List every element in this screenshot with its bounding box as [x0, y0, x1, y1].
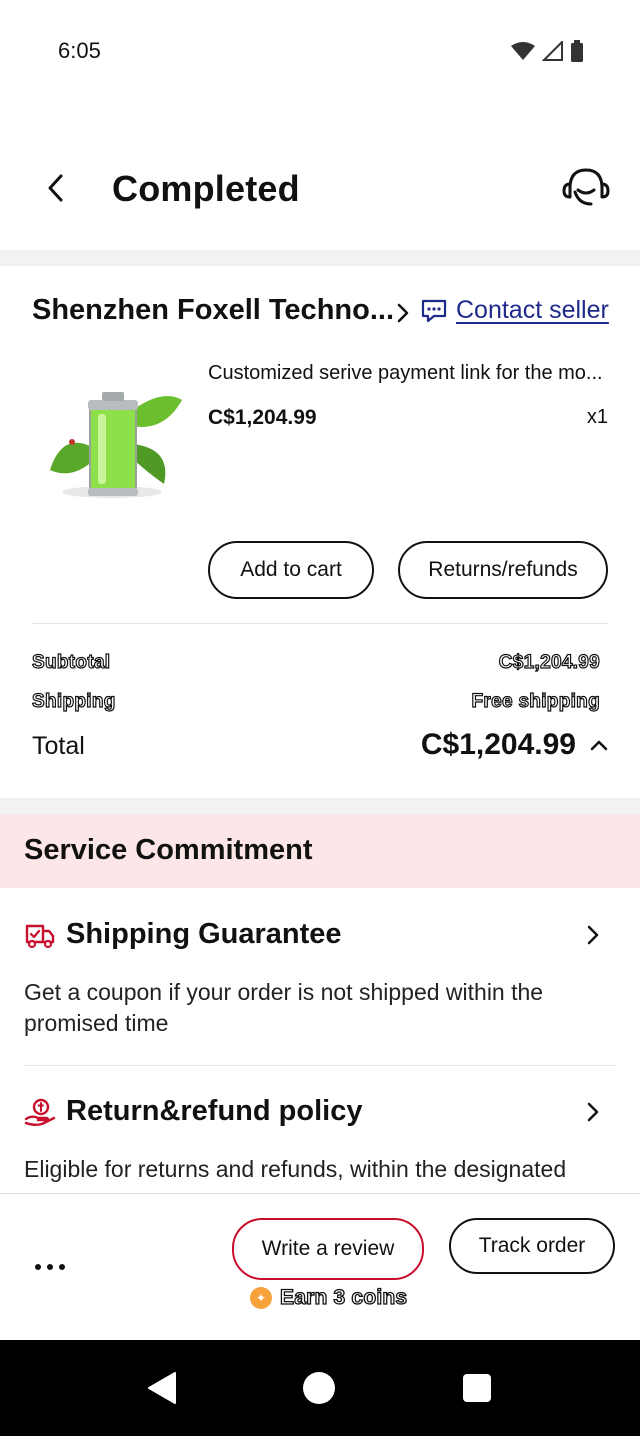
product-title[interactable]: Customized serive payment link for the m…: [208, 362, 612, 385]
product-image[interactable]: [32, 352, 192, 524]
bottom-action-bar: Write a review Track order ✦ Earn 3 coin…: [0, 1193, 640, 1340]
contact-seller-button[interactable]: Contact seller: [420, 296, 609, 325]
track-order-button[interactable]: Track order: [449, 1218, 615, 1274]
back-button[interactable]: [36, 168, 76, 208]
section-separator: [0, 250, 640, 266]
triangle-back-icon: [148, 1372, 176, 1404]
shipping-value: Free shipping: [471, 690, 600, 712]
divider: [32, 623, 608, 624]
add-to-cart-button[interactable]: Add to cart: [208, 541, 374, 599]
store-row: Shenzhen Foxell Techno... Contact seller: [0, 290, 640, 336]
return-refund-policy-title: Return&refund policy: [66, 1095, 363, 1127]
shipping-guarantee-description: Get a coupon if your order is not shippe…: [24, 979, 544, 1036]
store-name[interactable]: Shenzhen Foxell Techno...: [32, 294, 394, 327]
header: Completed: [0, 150, 640, 230]
wifi-icon: [511, 42, 535, 60]
square-recents-icon: [463, 1374, 491, 1402]
headset-icon: [562, 168, 610, 206]
nav-recents-button[interactable]: [455, 1366, 499, 1410]
circle-home-icon: [303, 1372, 335, 1404]
return-refund-policy-header[interactable]: Return&refund policy: [24, 1095, 362, 1128]
subtotal-value: C$1,204.99: [498, 651, 600, 673]
status-icons: [510, 40, 584, 62]
returns-refunds-button[interactable]: Returns/refunds: [398, 541, 608, 599]
shipping-guarantee-title: Shipping Guarantee: [66, 918, 342, 950]
section-separator: [0, 798, 640, 814]
nav-back-button[interactable]: [140, 1366, 184, 1410]
product-price: C$1,204.99: [208, 406, 317, 429]
service-commitment-title: Service Commitment: [24, 834, 313, 866]
shipping-guarantee-header[interactable]: Shipping Guarantee: [24, 918, 342, 951]
product-quantity: x1: [586, 406, 608, 428]
status-bar: 6:05: [0, 0, 640, 100]
customer-service-button[interactable]: [560, 164, 612, 212]
chevron-left-icon: [48, 174, 63, 202]
page-title: Completed: [112, 168, 300, 209]
earn-coins-hint: ✦ Earn 3 coins: [250, 1285, 408, 1310]
shipping-label: Shipping: [31, 690, 116, 712]
earn-coins-label: Earn 3 coins: [279, 1285, 408, 1309]
nav-home-button[interactable]: [297, 1366, 341, 1410]
subtotal-label: Subtotal: [31, 651, 111, 673]
chat-bubble-icon: [421, 299, 447, 322]
return-refund-policy-description: Eligible for returns and refunds, within…: [24, 1156, 567, 1182]
chevron-right-icon[interactable]: [586, 1101, 600, 1123]
total-value: C$1,204.99: [420, 728, 576, 761]
delivery-truck-icon: [25, 924, 55, 948]
chevron-right-icon[interactable]: [396, 302, 410, 324]
status-time: 6:05: [58, 38, 101, 63]
more-options-button[interactable]: [30, 1252, 70, 1282]
battery-icon: [571, 40, 583, 62]
battery-leaf-image: [50, 392, 182, 498]
more-dot: [59, 1264, 65, 1270]
chevron-up-icon[interactable]: [590, 738, 608, 752]
chevron-right-icon[interactable]: [586, 924, 600, 946]
total-label: Total: [32, 732, 85, 760]
system-navigation-bar: [0, 1340, 640, 1436]
coin-icon: ✦: [250, 1287, 272, 1309]
divider: [24, 1065, 616, 1066]
more-dot: [35, 1264, 41, 1270]
cellular-signal-icon: [542, 41, 563, 61]
refund-hand-icon: [24, 1098, 56, 1126]
write-review-button[interactable]: Write a review: [232, 1218, 424, 1280]
more-dot: [47, 1264, 53, 1270]
contact-seller-label: Contact seller: [456, 296, 609, 324]
service-commitment-banner: Service Commitment: [0, 814, 640, 888]
